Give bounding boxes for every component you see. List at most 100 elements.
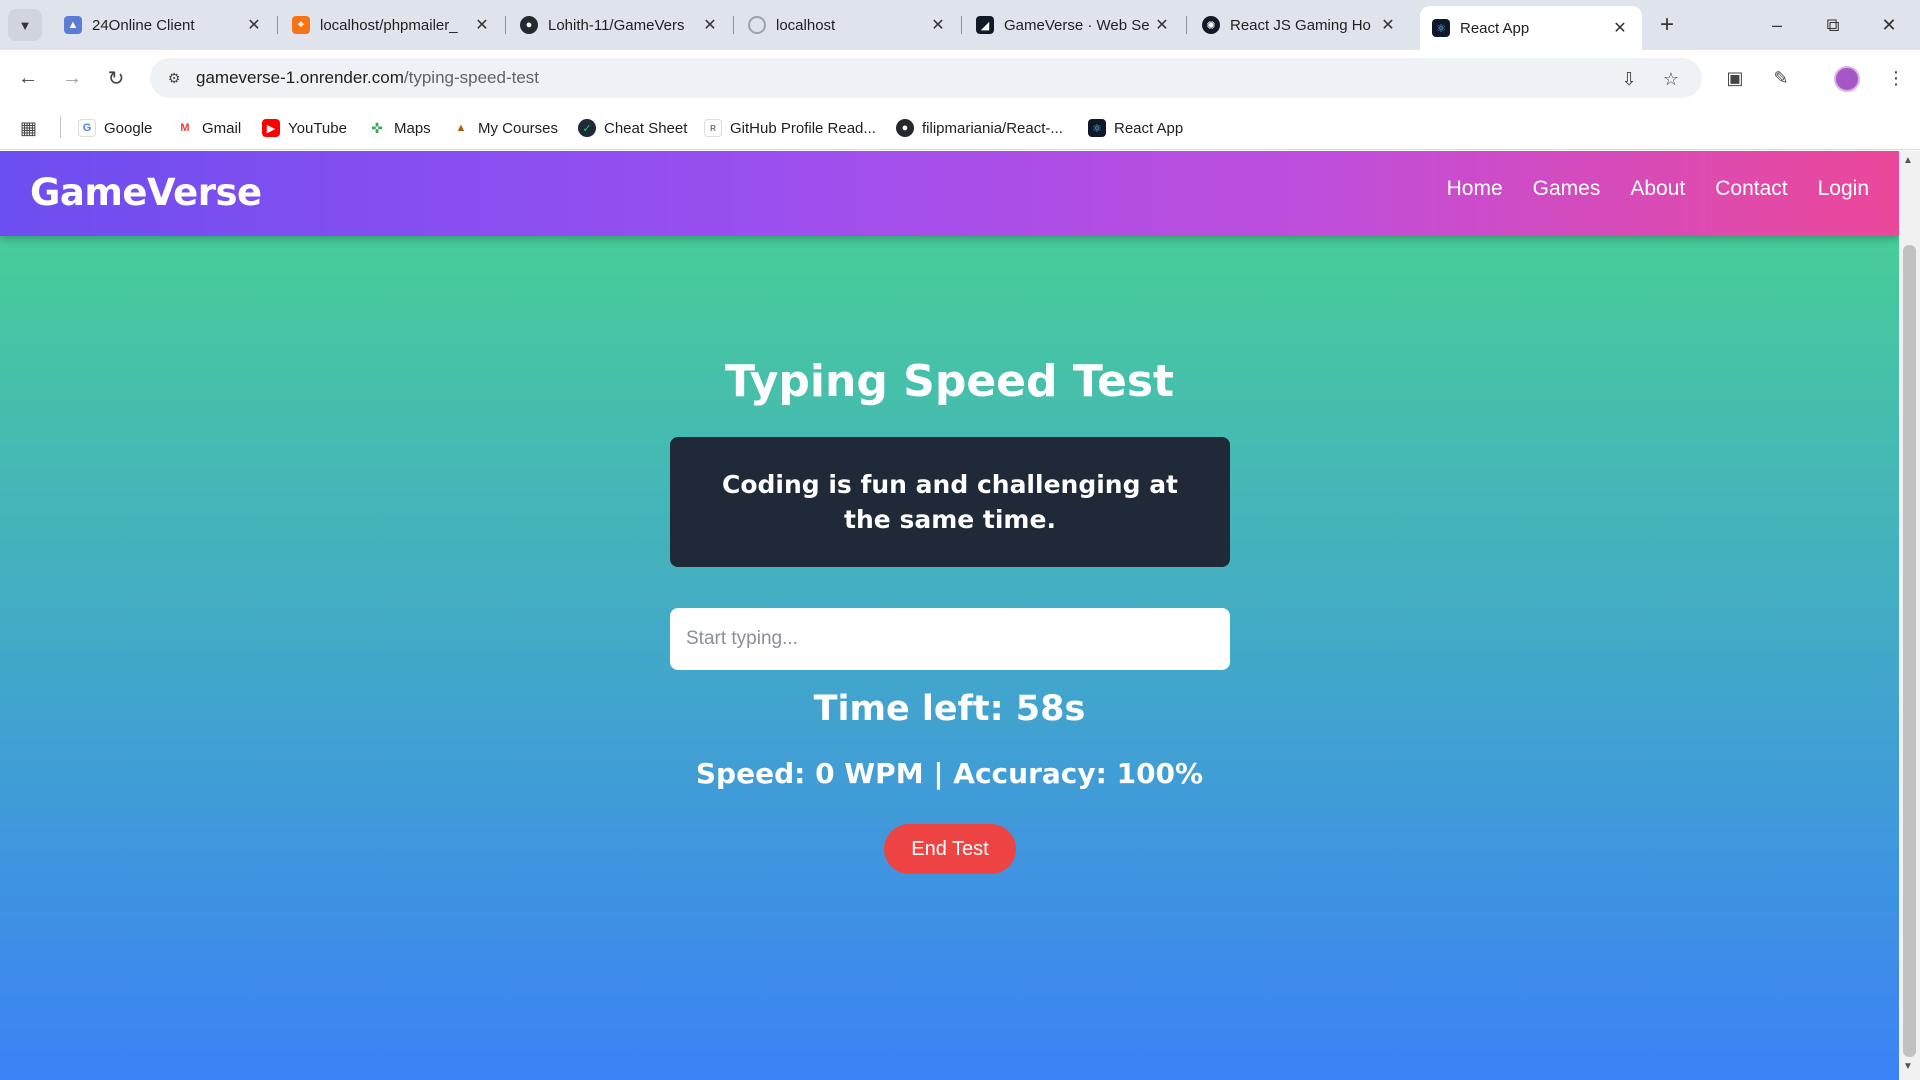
tab-title: GameVerse · Web Se — [1004, 16, 1150, 34]
time-left-display: Time left: 58s — [813, 689, 1086, 729]
typing-prompt-box: Coding is fun and challenging at the sam… — [670, 437, 1230, 567]
bookmark-github-readme[interactable]: R GitHub Profile Read... — [704, 116, 876, 140]
tab-phpmailer[interactable]: ⌖ localhost/phpmailer_ ✕ — [280, 8, 504, 42]
tab-title: localhost — [776, 16, 836, 34]
page-title: Typing Speed Test — [724, 356, 1175, 407]
tab-separator — [505, 16, 506, 34]
chevron-down-icon: ▼ — [18, 17, 32, 33]
tab-localhost[interactable]: localhost ✕ — [736, 8, 960, 42]
bookmark-label: GitHub Profile Read... — [730, 119, 876, 137]
close-icon[interactable]: ✕ — [244, 15, 264, 35]
github-readme-icon: R — [704, 119, 722, 137]
menu-dots-icon[interactable]: ⋮ — [1880, 62, 1912, 94]
xampp-favicon-icon: ⌖ — [292, 16, 310, 34]
install-app-icon[interactable]: ⇩ — [1616, 66, 1642, 92]
tab-react-app-active[interactable]: ⚛ React App ✕ — [1420, 6, 1642, 50]
arrow-left-icon: ← — [18, 66, 38, 89]
tab-github-gameverse[interactable]: ● Lohith-11/GameVers ✕ — [508, 8, 732, 42]
tab-title: Lohith-11/GameVers — [548, 16, 685, 34]
bookmark-react-app[interactable]: ⚛ React App — [1088, 116, 1183, 140]
bookmark-label: YouTube — [288, 119, 347, 137]
typing-input[interactable] — [670, 608, 1230, 670]
restore-button[interactable]: ⧉ — [1810, 8, 1856, 42]
forward-button[interactable]: → — [56, 62, 88, 94]
render-favicon-icon: ◢ — [976, 16, 994, 34]
close-icon[interactable]: ✕ — [472, 15, 492, 35]
tab-24online[interactable]: ▲ 24Online Client ✕ — [52, 8, 276, 42]
site-settings-icon[interactable]: ⚙ — [162, 66, 186, 90]
address-bar[interactable]: ⚙ gameverse-1.onrender.com/typing-speed-… — [150, 58, 1702, 98]
profile-avatar[interactable] — [1834, 66, 1860, 92]
back-button[interactable]: ← — [12, 62, 44, 94]
tab-separator — [961, 16, 962, 34]
bookmark-cheat-sheet[interactable]: ✓ Cheat Sheet — [578, 116, 687, 140]
reload-icon: ↻ — [107, 67, 125, 90]
close-icon[interactable]: ✕ — [700, 15, 720, 35]
brand-logo[interactable]: GameVerse — [30, 171, 262, 214]
close-icon: ✕ — [1881, 14, 1897, 35]
nav-contact[interactable]: Contact — [1715, 177, 1787, 201]
chatgpt-favicon-icon: ✺ — [1202, 16, 1220, 34]
nav-login[interactable]: Login — [1818, 177, 1869, 201]
bookmark-gmail[interactable]: M Gmail — [176, 116, 241, 140]
tab-gameverse-web[interactable]: ◢ GameVerse · Web Se ✕ — [964, 8, 1184, 42]
nav-home[interactable]: Home — [1447, 177, 1503, 201]
tab-groups-icon[interactable]: ▣ — [1719, 62, 1751, 94]
extensions-icon[interactable]: ✎ — [1765, 62, 1797, 94]
youtube-icon: ▶ — [262, 119, 280, 137]
bookmark-star-icon[interactable]: ☆ — [1658, 66, 1684, 92]
page-viewport: GameVerse Home Games About Contact Login… — [0, 151, 1899, 1080]
window-close-button[interactable]: ✕ — [1866, 8, 1912, 42]
nav-games[interactable]: Games — [1533, 177, 1601, 201]
tab-search-button[interactable]: ▼ — [8, 9, 42, 41]
tab-title: localhost/phpmailer_ — [320, 16, 458, 34]
scrollbar-thumb[interactable] — [1903, 245, 1916, 1057]
bookmarks-divider — [60, 116, 61, 138]
new-tab-button[interactable]: + — [1652, 10, 1682, 40]
24online-favicon-icon: ▲ — [64, 16, 82, 34]
bookmark-maps[interactable]: ✜ Maps — [368, 116, 431, 140]
nav-about[interactable]: About — [1630, 177, 1685, 201]
close-icon[interactable]: ✕ — [1378, 15, 1398, 35]
bookmark-my-courses[interactable]: ▲ My Courses — [452, 116, 558, 140]
restore-icon: ⧉ — [1826, 14, 1840, 35]
scroll-down-arrow-icon[interactable]: ▼ — [1903, 1061, 1913, 1072]
tab-title: 24Online Client — [92, 16, 195, 34]
tab-title: React App — [1460, 19, 1530, 37]
courses-icon: ▲ — [452, 119, 470, 137]
end-test-button[interactable]: End Test — [884, 824, 1016, 874]
github-icon: ● — [896, 119, 914, 137]
bookmark-github-repo[interactable]: ● filipmariania/React-... — [896, 116, 1063, 140]
maps-icon: ✜ — [368, 119, 386, 137]
close-icon[interactable]: ✕ — [928, 15, 948, 35]
nav-links: Home Games About Contact Login — [1447, 177, 1869, 201]
apps-grid-button[interactable]: ▦ — [20, 116, 37, 140]
close-icon[interactable]: ✕ — [1610, 18, 1630, 38]
page-scrollbar[interactable]: ▲ ▼ — [1899, 151, 1920, 1080]
bookmark-label: filipmariania/React-... — [922, 119, 1063, 137]
scroll-up-arrow-icon[interactable]: ▲ — [1903, 155, 1913, 166]
close-icon[interactable]: ✕ — [1152, 15, 1172, 35]
tab-react-gaming[interactable]: ✺ React JS Gaming Ho ✕ — [1190, 8, 1410, 42]
bookmark-label: Gmail — [202, 119, 242, 137]
bookmark-youtube[interactable]: ▶ YouTube — [262, 116, 347, 140]
globe-icon — [748, 16, 766, 34]
url-host: gameverse-1.onrender.com — [196, 68, 404, 87]
bookmark-label: React App — [1114, 119, 1184, 137]
bookmark-label: Google — [104, 119, 153, 137]
arrow-right-icon: → — [62, 66, 82, 89]
tab-separator — [1186, 16, 1187, 34]
react-icon: ⚛ — [1088, 119, 1106, 137]
typing-prompt-text: Coding is fun and challenging at the sam… — [721, 470, 1179, 534]
url-path: /typing-speed-test — [403, 68, 540, 87]
bookmarks-bar: ▦ G Google M Gmail ▶ YouTube ✜ Maps ▲ My… — [0, 106, 1920, 150]
bookmark-google[interactable]: G Google — [78, 116, 152, 140]
minimize-button[interactable]: – — [1754, 8, 1800, 42]
minimize-icon: – — [1771, 14, 1782, 35]
bookmark-label: My Courses — [478, 119, 559, 137]
speed-accuracy-stats: Speed: 0 WPM | Accuracy: 100% — [695, 757, 1204, 790]
plus-icon: + — [1659, 11, 1674, 38]
url-text[interactable]: gameverse-1.onrender.com/typing-speed-te… — [196, 68, 539, 88]
reload-button[interactable]: ↻ — [100, 62, 132, 94]
gmail-icon: M — [176, 119, 194, 137]
